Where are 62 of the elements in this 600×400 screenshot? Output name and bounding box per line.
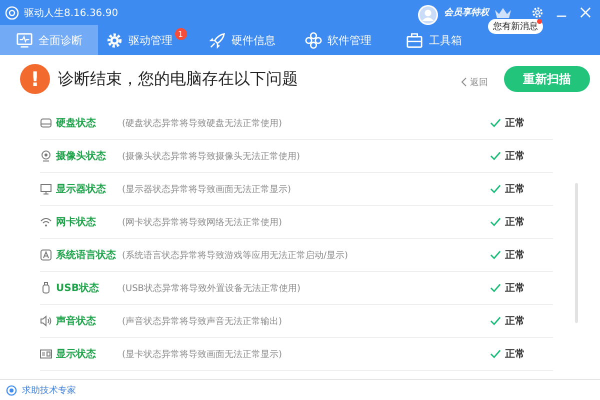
status-text: 正常 [505,150,525,163]
result-title: 诊断结束，您的电脑存在以下问题 [58,68,298,90]
status-text: 正常 [505,116,525,130]
settings-icon[interactable] [531,6,544,19]
check-label: 硬盘状态 [56,116,97,130]
support-icon [6,384,17,396]
close-icon[interactable] [579,6,592,19]
tab-label: 硬件信息 [232,32,276,48]
check-label: 摄像头状态 [56,150,107,163]
check-description: (显卡状态异常将导致画面无法正常显示) [122,348,282,360]
status-text: 正常 [505,314,525,328]
window-title: 驱动人生8.16.36.90 [24,6,118,20]
check-description: (摄像头状态异常将导致摄像头无法正常使用) [122,150,300,162]
check-label: 声音状态 [56,314,97,328]
speaker-icon [40,315,52,327]
tab-label: 驱动管理 [128,32,172,48]
check-description: (USB状态异常将导致外置设备无法正常使用) [122,282,300,294]
check-description: (系统语言状态异常将导致游戏等应用无法正常启动/显示) [122,250,348,262]
check-label: 显示状态 [56,348,97,361]
check-label: 显示器状态 [56,182,107,196]
count-badge: 1 [174,28,186,40]
logo-icon [5,6,19,20]
camera-icon [40,150,52,162]
nav-tab[interactable]: 全面诊断 [0,25,98,55]
tab-label: 软件管理 [328,32,372,48]
vip-link[interactable]: 会员享特权 [444,6,489,19]
check-description: (声音状态异常将导致声音无法正常输出) [122,316,282,328]
status-text: 正常 [505,216,525,229]
check-label: USB状态 [56,282,100,295]
nav-tab[interactable]: 硬件信息 [194,25,290,55]
wifi-icon [40,216,52,228]
monitor-icon [16,32,32,48]
nav-tab[interactable]: 软件管理 [290,25,386,55]
letter-icon [40,249,52,261]
rescan-button[interactable]: 重新扫描 [504,66,590,92]
nav-tab[interactable]: 驱动管理 1 [98,25,194,55]
flower-icon [304,32,322,48]
gear-icon [106,32,122,48]
check-description: (硬盘状态异常将导致硬盘无法正常使用) [122,118,282,130]
message-tooltip[interactable]: 您有新消息 [488,19,543,34]
status-text: 正常 [505,282,525,295]
alert-icon: ! [20,64,50,94]
card-icon [40,348,52,360]
nav-tab[interactable]: 工具箱 [386,25,482,55]
rocket-icon [208,32,226,48]
back-link[interactable]: 返回 [461,76,488,88]
check-description: (显示器状态异常将导致画面无法正常显示) [122,184,292,196]
avatar-icon[interactable] [417,4,439,26]
chevron-icon [461,77,467,87]
tab-label: 工具箱 [429,32,462,48]
status-text: 正常 [505,248,525,262]
status-text: 正常 [505,182,525,196]
check-label: 系统语言状态 [56,248,117,262]
help-link[interactable]: 求助技术专家 [22,384,76,396]
tab-label: 全面诊断 [38,32,82,48]
usb-icon [40,282,52,294]
check-label: 网卡状态 [56,216,97,229]
check-description: (网卡状态异常将导致网络无法正常使用) [122,216,282,228]
crown-icon [494,6,512,18]
monitor-icon [40,183,52,195]
status-text: 正常 [505,348,525,361]
toolbox-icon [406,32,423,48]
